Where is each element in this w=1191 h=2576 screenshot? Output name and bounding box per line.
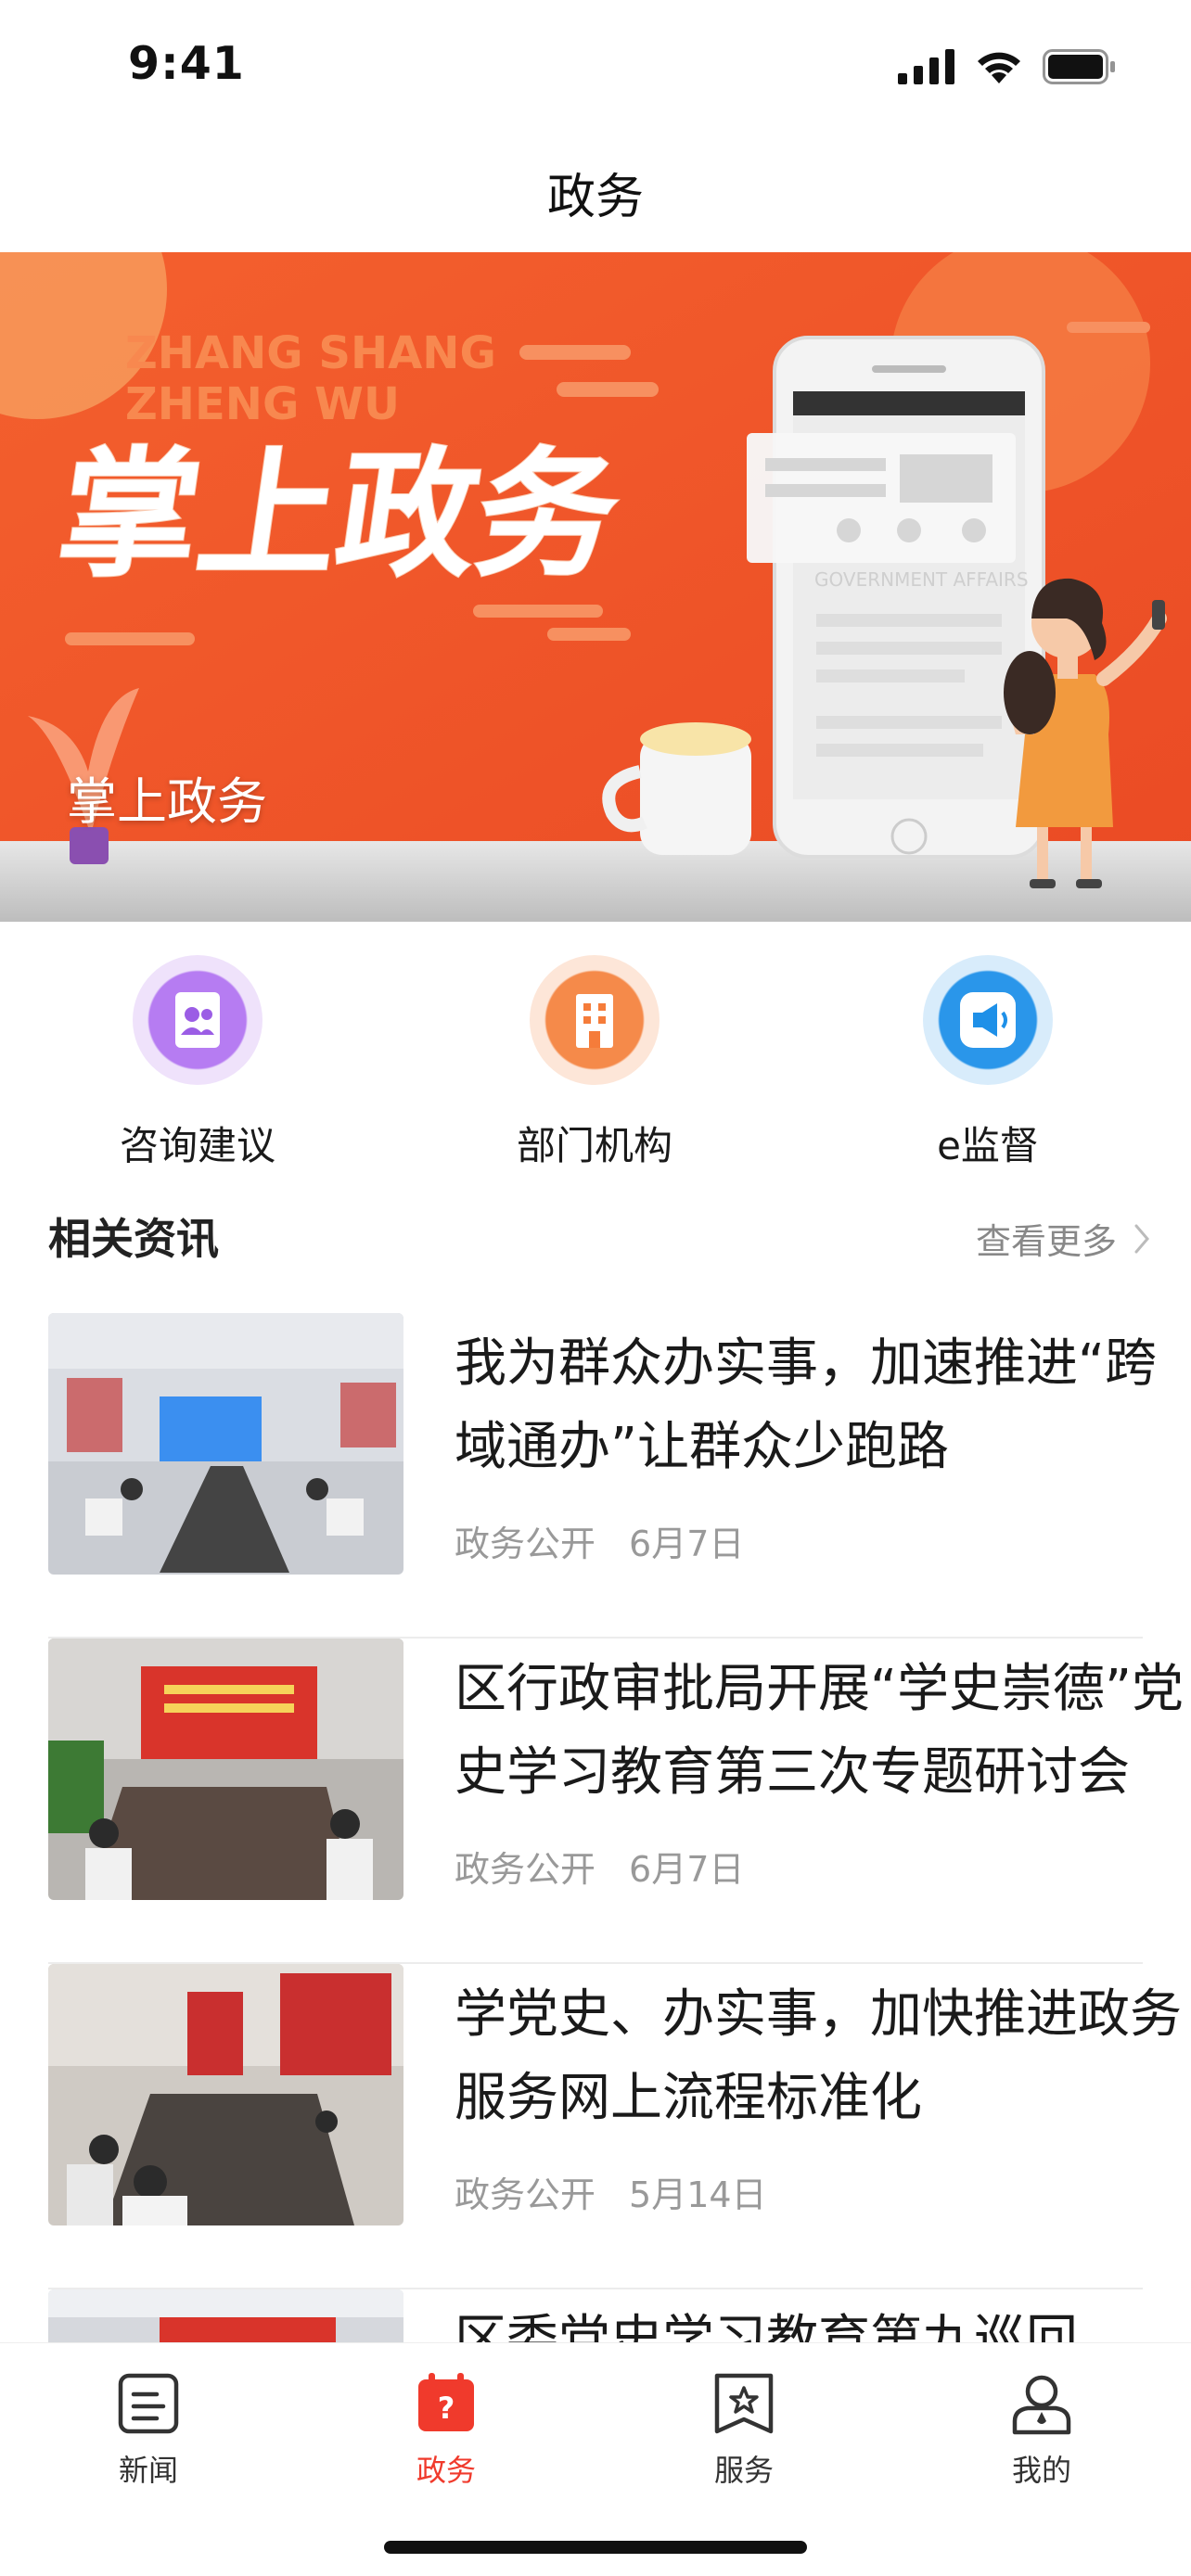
tab-label: 服务 — [713, 2453, 774, 2488]
banner-headline: 掌上政务 — [49, 434, 629, 596]
cellular-signal-icon — [898, 49, 954, 84]
quick-action-label: e监督 — [937, 1123, 1039, 1168]
people-book-icon — [133, 955, 263, 1085]
profile-icon — [1012, 2375, 1071, 2435]
quick-action-consult[interactable]: 咨询建议 — [58, 955, 337, 1171]
tab-profile[interactable]: 我的 — [949, 2371, 1134, 2490]
news-icon — [118, 2373, 179, 2434]
megaphone-icon — [923, 955, 1053, 1085]
svg-text:?: ? — [438, 2391, 455, 2426]
news-date: 6月7日 — [629, 1524, 745, 1564]
news-thumbnail — [48, 1964, 403, 2225]
news-date: 6月7日 — [629, 1849, 745, 1890]
page: 9:41 政务 ZHANG SHANG ZHENG WU 掌上政务 GOVERN… — [0, 0, 1191, 2576]
news-title: 区行政审批局开展“学史崇德”党史学习教育第三次专题研讨会 — [455, 1659, 1185, 1803]
news-meta: 政务公开 5月14日 — [455, 2166, 767, 2217]
wifi-icon — [978, 52, 1020, 83]
news-meta: 政务公开 6月7日 — [455, 1841, 744, 1892]
quick-action-departments[interactable]: 部门机构 — [455, 955, 734, 1171]
tab-news[interactable]: 新闻 — [56, 2371, 241, 2490]
quick-action-supervision[interactable]: e监督 — [849, 955, 1127, 1171]
banner-pinyin-line1: ZHANG SHANG — [125, 327, 496, 379]
status-icons — [898, 48, 1117, 85]
government-icon: ? — [418, 2373, 474, 2431]
tab-service[interactable]: 服务 — [651, 2371, 837, 2490]
tab-government[interactable]: ? 政务 — [353, 2371, 539, 2490]
news-item[interactable]: 学党史、办实事，加快推进政务服务网上流程标准化 政务公开 5月14日 — [48, 1964, 1182, 2289]
service-icon — [714, 2373, 774, 2434]
building-icon — [530, 955, 660, 1085]
news-date: 5月14日 — [629, 2174, 767, 2215]
section-title: 相关资讯 — [48, 1214, 219, 1264]
home-indicator[interactable] — [384, 2541, 807, 2554]
news-item[interactable]: 区行政审批局开展“学史崇德”党史学习教育第三次专题研讨会 政务公开 6月7日 — [48, 1639, 1184, 1964]
see-more-label: 查看更多 — [975, 1221, 1117, 1262]
see-more-link[interactable]: 查看更多 — [976, 1213, 1150, 1264]
battery-icon — [1043, 49, 1115, 84]
page-title: 政务 — [546, 170, 644, 225]
news-source: 政务公开 — [455, 2174, 596, 2215]
tab-label: 我的 — [1011, 2453, 1071, 2488]
news-title: 学党史、办实事，加快推进政务服务网上流程标准化 — [455, 1984, 1182, 2128]
quick-action-label: 部门机构 — [516, 1123, 672, 1168]
news-source: 政务公开 — [455, 1524, 596, 1564]
banner-caption: 掌上政务 — [67, 772, 267, 831]
status-time: 9:41 — [128, 37, 245, 90]
news-item[interactable]: 我为群众办实事，加速推进“跨域通办”让群众少跑路 政务公开 6月7日 — [48, 1313, 1157, 1639]
banner-phone-text: GOVERNMENT AFFAIRS — [814, 568, 1029, 591]
news-thumbnail — [48, 1313, 403, 1575]
news-source: 政务公开 — [455, 1849, 596, 1890]
banner-pinyin-line2: ZHENG WU — [125, 378, 400, 430]
news-thumbnail — [48, 1639, 403, 1900]
chevron-right-icon — [1134, 1224, 1149, 1253]
quick-action-label: 咨询建议 — [119, 1123, 275, 1168]
tab-label: 新闻 — [118, 2453, 178, 2488]
news-title: 我为群众办实事，加速推进“跨域通办”让群众少跑路 — [455, 1333, 1158, 1477]
tab-label: 政务 — [416, 2453, 476, 2488]
quick-actions: 咨询建议 部门机构 e监督 — [0, 955, 1191, 1178]
status-bar: 9:41 — [0, 0, 1191, 134]
news-meta: 政务公开 6月7日 — [455, 1515, 744, 1566]
